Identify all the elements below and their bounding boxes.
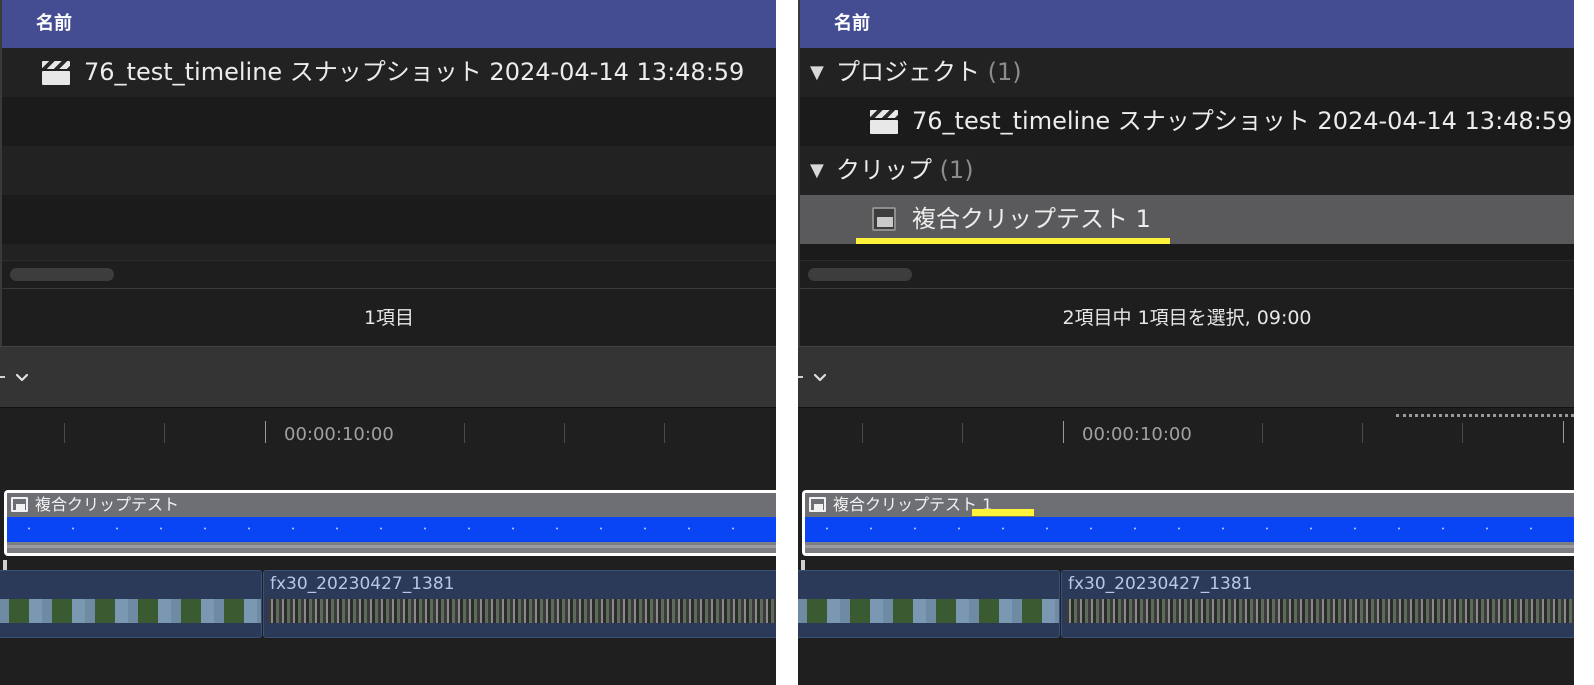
status-text: 2項目中 1項目を選択, 09:00: [800, 288, 1574, 346]
video-clip-label: fx30_20230427_1381: [1068, 574, 1253, 594]
highlight-marker: [972, 509, 1034, 516]
list-item-project[interactable]: 76_test_timeline スナップショット 2024-04-14 13:…: [800, 97, 1574, 146]
empty-row: [2, 244, 776, 260]
compound-clip-name: 複合クリップテスト 1: [912, 205, 1151, 233]
toolbar-divider: [0, 376, 5, 378]
scrollbar-thumb[interactable]: [10, 268, 114, 281]
empty-row: [2, 146, 776, 195]
project-name: 76_test_timeline スナップショット 2024-04-14 13:…: [84, 58, 745, 86]
compound-clip-label: 複合クリップテスト 1: [833, 495, 993, 514]
clapperboard-icon: [42, 61, 70, 85]
compound-clip-audio: [805, 517, 1574, 542]
group-header-projects[interactable]: ▼ プロジェクト (1): [800, 48, 1574, 97]
ruler-tick-major: [1063, 421, 1064, 443]
list-body: ▼ プロジェクト (1) 76_test_timeline スナップショット 2…: [800, 48, 1574, 260]
video-clip[interactable]: fx30_20230427_1381: [1061, 570, 1574, 638]
ruler-tick: [164, 423, 165, 443]
toolbar-divider: [798, 376, 803, 378]
compound-clip-audio: [7, 517, 776, 542]
video-filmstrip: [1066, 599, 1574, 623]
timeline-ruler[interactable]: 00:00:10:00: [798, 408, 1574, 468]
chevron-down-icon[interactable]: [812, 369, 828, 385]
ruler-tick: [464, 423, 465, 443]
video-clip-previous[interactable]: [0, 570, 262, 638]
video-filmstrip: [0, 599, 261, 623]
compound-clip-icon: [872, 207, 896, 231]
column-header-name[interactable]: 名前: [2, 0, 776, 48]
video-clip-label: fx30_20230427_1381: [270, 574, 455, 594]
browser-list: 名前 ▼ プロジェクト (1) 76_test_timeline スナップショッ…: [798, 0, 1574, 346]
timeline-lane: 複合クリップテスト 1 fx30_20230427_1381: [798, 468, 1574, 685]
group-title: プロジェクト (1): [836, 58, 1022, 86]
video-clip-previous[interactable]: [798, 570, 1060, 638]
ruler-tick: [1462, 423, 1463, 443]
compound-clip-header: 複合クリップテスト: [7, 493, 776, 517]
chevron-down-icon[interactable]: [14, 369, 30, 385]
playhead-marker[interactable]: [3, 560, 7, 570]
compound-clip-icon: [11, 497, 28, 512]
empty-row: [2, 195, 776, 244]
column-header-name[interactable]: 名前: [800, 0, 1574, 48]
timeline-ruler[interactable]: 00:00:10:00: [0, 408, 776, 468]
range-indicator: [1396, 414, 1574, 417]
compound-clip[interactable]: 複合クリップテスト: [4, 490, 776, 556]
left-panel: 名前 76_test_timeline スナップショット 2024-04-14 …: [0, 0, 776, 685]
video-filmstrip: [268, 599, 776, 623]
ruler-tick: [962, 423, 963, 443]
status-text: 1項目: [2, 288, 776, 346]
ruler-tick: [1362, 423, 1363, 443]
ruler-tick-major: [1563, 421, 1564, 443]
ruler-tick: [64, 423, 65, 443]
list-item-project[interactable]: 76_test_timeline スナップショット 2024-04-14 13:…: [2, 48, 776, 97]
list-item-compound-clip[interactable]: 複合クリップテスト 1: [800, 195, 1574, 244]
playhead-marker[interactable]: [801, 560, 805, 570]
video-clip[interactable]: fx30_20230427_1381: [263, 570, 776, 638]
clapperboard-icon: [870, 110, 898, 134]
compound-clip-label: 複合クリップテスト: [35, 495, 180, 514]
horizontal-scrollbar[interactable]: [2, 260, 776, 288]
empty-row: [2, 97, 776, 146]
ruler-tick: [1262, 423, 1263, 443]
video-filmstrip: [798, 599, 1059, 623]
ruler-timecode: 00:00:10:00: [1082, 424, 1192, 445]
compound-clip-footer: [7, 542, 776, 553]
timeline-toolbar: [0, 346, 776, 408]
scrollbar-thumb[interactable]: [808, 268, 912, 281]
compound-clip[interactable]: 複合クリップテスト 1: [802, 490, 1574, 556]
browser-list: 名前 76_test_timeline スナップショット 2024-04-14 …: [0, 0, 776, 346]
disclosure-triangle-icon[interactable]: ▼: [810, 146, 824, 195]
ruler-tick: [664, 423, 665, 443]
empty-row: [800, 244, 1574, 260]
ruler-tick: [862, 423, 863, 443]
horizontal-scrollbar[interactable]: [800, 260, 1574, 288]
timeline-lane: 複合クリップテスト fx30_20230427_1381: [0, 468, 776, 685]
right-panel: 名前 ▼ プロジェクト (1) 76_test_timeline スナップショッ…: [798, 0, 1574, 685]
compound-clip-icon: [809, 497, 826, 512]
disclosure-triangle-icon[interactable]: ▼: [810, 48, 824, 97]
compound-clip-footer: [805, 542, 1574, 553]
list-body: 76_test_timeline スナップショット 2024-04-14 13:…: [2, 48, 776, 260]
group-header-clips[interactable]: ▼ クリップ (1): [800, 146, 1574, 195]
ruler-tick: [564, 423, 565, 443]
compound-clip-header: 複合クリップテスト 1: [805, 493, 1574, 517]
timeline-toolbar: [798, 346, 1574, 408]
project-name: 76_test_timeline スナップショット 2024-04-14 13:…: [912, 107, 1573, 135]
group-title: クリップ (1): [836, 156, 974, 184]
ruler-tick-major: [265, 421, 266, 443]
ruler-timecode: 00:00:10:00: [284, 424, 394, 445]
